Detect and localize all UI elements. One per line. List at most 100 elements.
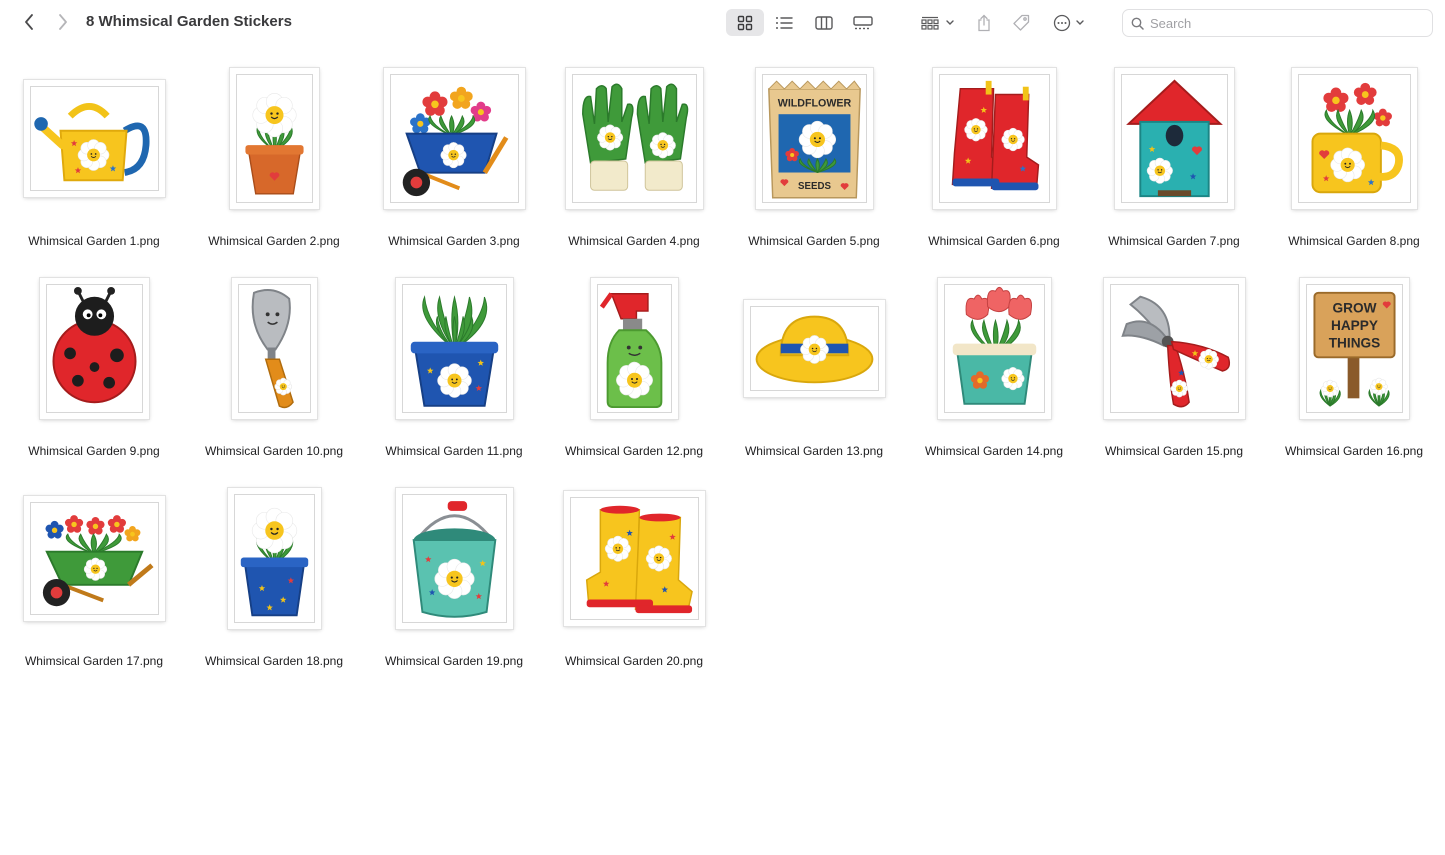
tag-button[interactable] (1007, 9, 1035, 36)
file-item[interactable]: Whimsical Garden 13.png (724, 270, 904, 480)
grow-sign-line-3: THINGS (1328, 335, 1380, 350)
ladybug-icon (45, 283, 143, 413)
more-actions-button[interactable] (1047, 9, 1091, 36)
file-name: Whimsical Garden 13.png (744, 444, 884, 458)
file-name: Whimsical Garden 6.png (928, 234, 1060, 248)
file-thumbnail: WILDFLOWER SEEDS (755, 67, 873, 209)
file-thumbnail (23, 79, 165, 197)
trowel-icon (237, 283, 311, 413)
file-name: Whimsical Garden 15.png (1104, 444, 1244, 458)
search-input[interactable] (1150, 15, 1420, 31)
chevron-left-icon (25, 14, 33, 30)
daisy-blue-pot-icon (233, 493, 315, 623)
chevron-down-icon (1076, 19, 1084, 25)
file-thumbnail (231, 277, 317, 419)
watering-can-icon (29, 85, 159, 191)
window-title: 8 Whimsical Garden Stickers (86, 13, 292, 30)
birdhouse-icon (1120, 73, 1228, 203)
file-item[interactable]: WILDFLOWER SEEDS Whimsical Garden 5.png (724, 60, 904, 270)
file-thumbnail (395, 487, 513, 629)
file-name: Whimsical Garden 3.png (388, 234, 520, 248)
gallery-view-button[interactable] (844, 9, 882, 36)
file-item[interactable]: Whimsical Garden 6.png (904, 60, 1084, 270)
file-thumbnail (23, 495, 165, 621)
chevron-down-icon (946, 19, 954, 25)
pruners-icon (1109, 283, 1239, 413)
forward-button[interactable] (52, 11, 74, 33)
file-item[interactable]: Whimsical Garden 1.png (4, 60, 184, 270)
file-name: Whimsical Garden 16.png (1284, 444, 1424, 458)
back-button[interactable] (18, 11, 40, 33)
tulip-pot-icon (943, 283, 1045, 413)
group-by-button[interactable] (915, 9, 961, 36)
file-thumbnail (229, 67, 319, 209)
search-field[interactable] (1122, 9, 1433, 37)
file-thumbnail (743, 299, 885, 397)
file-name: Whimsical Garden 17.png (24, 654, 164, 668)
list-view-button[interactable] (765, 9, 803, 36)
file-item[interactable]: Whimsical Garden 11.png (364, 270, 544, 480)
file-thumbnail (563, 490, 705, 626)
sun-hat-icon (749, 305, 879, 391)
file-item[interactable]: Whimsical Garden 2.png (184, 60, 364, 270)
file-item[interactable]: Whimsical Garden 4.png (544, 60, 724, 270)
file-item[interactable]: Whimsical Garden 8.png (1264, 60, 1444, 270)
succulent-pot-icon (401, 283, 507, 413)
file-thumbnail (1291, 67, 1417, 209)
file-name: Whimsical Garden 8.png (1288, 234, 1420, 248)
file-thumbnail (1103, 277, 1245, 419)
seed-packet-title: WILDFLOWER (777, 97, 851, 109)
file-name: Whimsical Garden 7.png (1108, 234, 1240, 248)
chevron-right-icon (59, 14, 67, 30)
file-name: Whimsical Garden 10.png (204, 444, 344, 458)
file-item[interactable]: Whimsical Garden 12.png (544, 270, 724, 480)
mug-flowers-icon (1297, 73, 1411, 203)
file-item[interactable]: Whimsical Garden 7.png (1084, 60, 1264, 270)
file-name: Whimsical Garden 9.png (28, 444, 160, 458)
group-icon (921, 16, 939, 30)
grid-view-icon (737, 15, 753, 30)
file-name: Whimsical Garden 20.png (564, 654, 704, 668)
file-name: Whimsical Garden 5.png (748, 234, 880, 248)
file-thumbnail (937, 277, 1051, 419)
file-thumbnail (395, 277, 513, 419)
yellow-boots-icon (569, 496, 699, 620)
file-item[interactable]: Whimsical Garden 17.png (4, 480, 184, 690)
file-name: Whimsical Garden 18.png (204, 654, 344, 668)
column-view-button[interactable] (805, 9, 843, 36)
column-view-icon (815, 15, 833, 30)
file-item[interactable]: Whimsical Garden 20.png (544, 480, 724, 690)
file-name: Whimsical Garden 12.png (564, 444, 704, 458)
seed-packet-label: SEEDS (798, 181, 831, 192)
file-item[interactable]: Whimsical Garden 3.png (364, 60, 544, 270)
file-name: Whimsical Garden 4.png (568, 234, 700, 248)
grow-sign-line-1: GROW (1332, 300, 1376, 315)
spray-bottle-icon (596, 283, 672, 413)
file-name: Whimsical Garden 2.png (208, 234, 340, 248)
red-boots-icon (938, 73, 1050, 203)
file-item[interactable]: Whimsical Garden 19.png (364, 480, 544, 690)
grow-sign-line-2: HAPPY (1330, 317, 1377, 332)
garden-gloves-icon (571, 73, 697, 203)
share-button[interactable] (970, 9, 998, 36)
file-name: Whimsical Garden 1.png (28, 234, 160, 248)
wheelbarrow-flowers-icon (389, 73, 519, 203)
list-view-icon (776, 16, 793, 29)
gallery-view-icon (853, 15, 873, 29)
file-item[interactable]: Whimsical Garden 10.png (184, 270, 364, 480)
green-wheelbarrow-icon (29, 501, 159, 615)
share-icon (978, 14, 990, 31)
file-thumbnail (932, 67, 1056, 209)
search-icon (1131, 17, 1144, 30)
file-item[interactable]: GROW HAPPY THINGS Whimsical Garden 16.png (1264, 270, 1444, 480)
file-item[interactable]: Whimsical Garden 9.png (4, 270, 184, 480)
file-item[interactable]: Whimsical Garden 14.png (904, 270, 1084, 480)
file-item[interactable]: Whimsical Garden 18.png (184, 480, 364, 690)
file-item[interactable]: Whimsical Garden 15.png (1084, 270, 1264, 480)
file-thumbnail: GROW HAPPY THINGS (1299, 277, 1409, 419)
grow-sign-icon: GROW HAPPY THINGS (1305, 283, 1403, 413)
file-thumbnail (383, 67, 525, 209)
icon-view-button[interactable] (726, 9, 764, 36)
tag-icon (1013, 14, 1030, 31)
finder-toolbar: 8 Whimsical Garden Stickers (0, 0, 1445, 46)
